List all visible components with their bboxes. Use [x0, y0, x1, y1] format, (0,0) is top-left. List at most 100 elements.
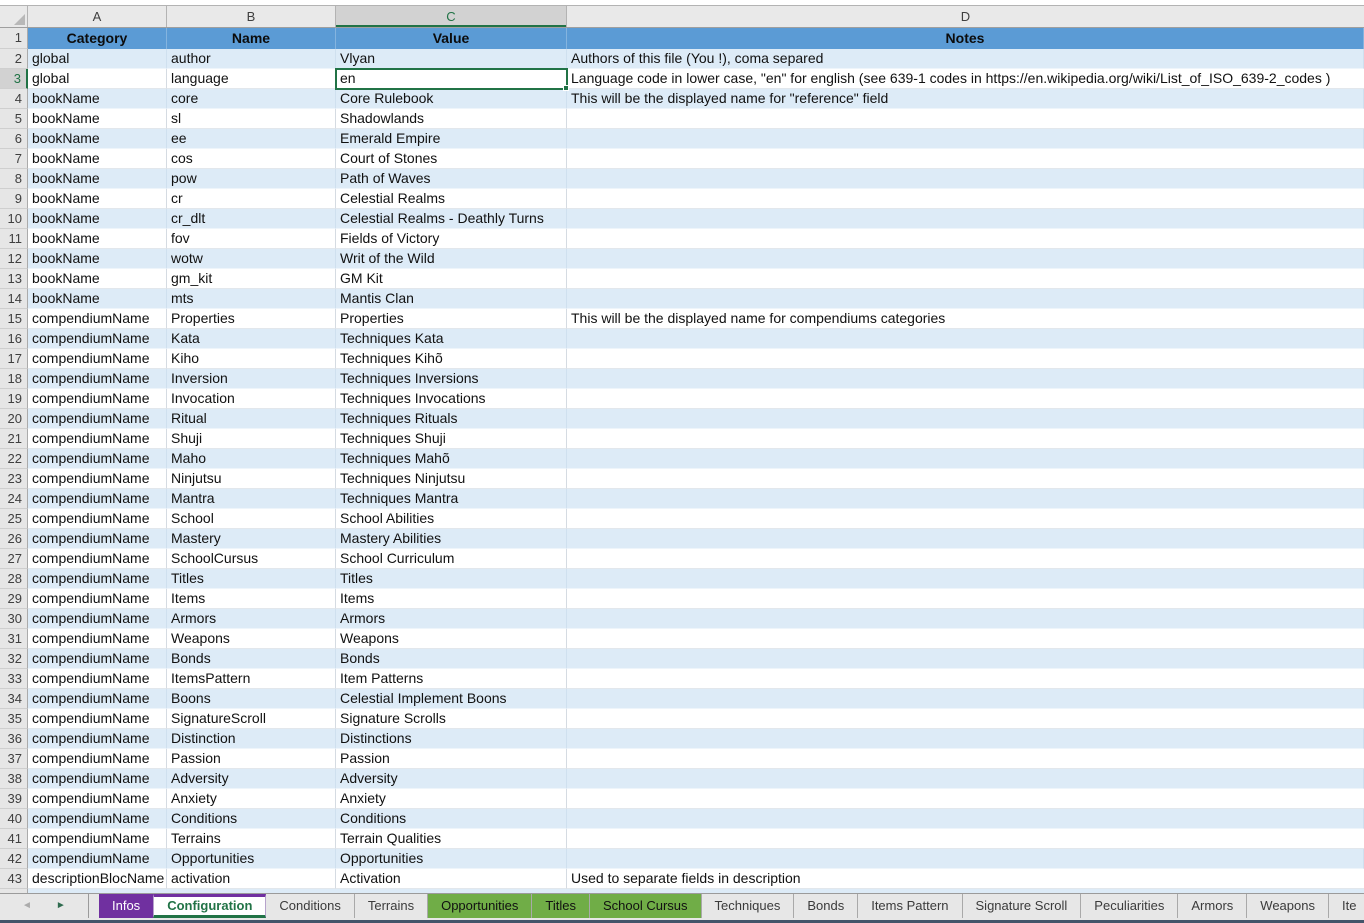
select-all-corner[interactable] [0, 6, 28, 27]
cell-D39[interactable] [567, 789, 1364, 809]
cell-A43[interactable]: descriptionBlocName [28, 869, 167, 889]
cell-A4[interactable]: bookName [28, 89, 167, 109]
cell-C8[interactable]: Path of Waves [336, 169, 567, 189]
sheet-tab-opportunities[interactable]: Opportunities [427, 894, 531, 918]
cell-B43[interactable]: activation [167, 869, 336, 889]
row-header-23[interactable]: 23 [0, 469, 28, 489]
row-header-2[interactable]: 2 [0, 49, 28, 69]
cell-A17[interactable]: compendiumName [28, 349, 167, 369]
cell-B39[interactable]: Anxiety [167, 789, 336, 809]
sheet-tab-weapons[interactable]: Weapons [1246, 894, 1328, 918]
cell-B20[interactable]: Ritual [167, 409, 336, 429]
cell-B18[interactable]: Inversion [167, 369, 336, 389]
cell-C6[interactable]: Emerald Empire [336, 129, 567, 149]
cell-A27[interactable]: compendiumName [28, 549, 167, 569]
cell-A19[interactable]: compendiumName [28, 389, 167, 409]
cell-D35[interactable] [567, 709, 1364, 729]
row-header-7[interactable]: 7 [0, 149, 28, 169]
cell-D41[interactable] [567, 829, 1364, 849]
cell-D20[interactable] [567, 409, 1364, 429]
cell-B38[interactable]: Adversity [167, 769, 336, 789]
cell-A7[interactable]: bookName [28, 149, 167, 169]
column-header-C[interactable]: C [336, 6, 567, 27]
cell-C30[interactable]: Armors [336, 609, 567, 629]
cell-B12[interactable]: wotw [167, 249, 336, 269]
row-header-16[interactable]: 16 [0, 329, 28, 349]
cell-A9[interactable]: bookName [28, 189, 167, 209]
cell-D38[interactable] [567, 769, 1364, 789]
row-header-25[interactable]: 25 [0, 509, 28, 529]
row-header-36[interactable]: 36 [0, 729, 28, 749]
cell-A29[interactable]: compendiumName [28, 589, 167, 609]
cell-D27[interactable] [567, 549, 1364, 569]
cell-D32[interactable] [567, 649, 1364, 669]
cell-B31[interactable]: Weapons [167, 629, 336, 649]
column-header-D[interactable]: D [567, 6, 1364, 27]
cell-C18[interactable]: Techniques Inversions [336, 369, 567, 389]
cell-B9[interactable]: cr [167, 189, 336, 209]
cell-D15[interactable]: This will be the displayed name for comp… [567, 309, 1364, 329]
cell-A40[interactable]: compendiumName [28, 809, 167, 829]
row-header-38[interactable]: 38 [0, 769, 28, 789]
row-header-43[interactable]: 43 [0, 869, 28, 889]
row-header-14[interactable]: 14 [0, 289, 28, 309]
cell-B42[interactable]: Opportunities [167, 849, 336, 869]
cell-B28[interactable]: Titles [167, 569, 336, 589]
cell-C23[interactable]: Techniques Ninjutsu [336, 469, 567, 489]
cell-B23[interactable]: Ninjutsu [167, 469, 336, 489]
cell-A18[interactable]: compendiumName [28, 369, 167, 389]
cell-B25[interactable]: School [167, 509, 336, 529]
cell-B36[interactable]: Distinction [167, 729, 336, 749]
cell-A26[interactable]: compendiumName [28, 529, 167, 549]
cell-B32[interactable]: Bonds [167, 649, 336, 669]
cell-A6[interactable]: bookName [28, 129, 167, 149]
row-header-39[interactable]: 39 [0, 789, 28, 809]
cell-C29[interactable]: Items [336, 589, 567, 609]
cell-A20[interactable]: compendiumName [28, 409, 167, 429]
cell-D11[interactable] [567, 229, 1364, 249]
cell-B2[interactable]: author [167, 49, 336, 69]
row-header-6[interactable]: 6 [0, 129, 28, 149]
cell-C14[interactable]: Mantis Clan [336, 289, 567, 309]
cell-A11[interactable]: bookName [28, 229, 167, 249]
cell-A5[interactable]: bookName [28, 109, 167, 129]
cell-C31[interactable]: Weapons [336, 629, 567, 649]
row-header-42[interactable]: 42 [0, 849, 28, 869]
cell-B19[interactable]: Invocation [167, 389, 336, 409]
row-header-30[interactable]: 30 [0, 609, 28, 629]
cell-A41[interactable]: compendiumName [28, 829, 167, 849]
sheet-tab-infos[interactable]: Infos [99, 894, 153, 918]
sheet-tab-items-pattern[interactable]: Items Pattern [857, 894, 961, 918]
cell-C3[interactable]: en [336, 69, 567, 89]
column-header-B[interactable]: B [167, 6, 336, 27]
cell-B10[interactable]: cr_dlt [167, 209, 336, 229]
cell-A14[interactable]: bookName [28, 289, 167, 309]
cell-A24[interactable]: compendiumName [28, 489, 167, 509]
cell-D33[interactable] [567, 669, 1364, 689]
cell-A34[interactable]: compendiumName [28, 689, 167, 709]
cell-C43[interactable]: Activation [336, 869, 567, 889]
cell-D28[interactable] [567, 569, 1364, 589]
cell-D4[interactable]: This will be the displayed name for "ref… [567, 89, 1364, 109]
cell-C26[interactable]: Mastery Abilities [336, 529, 567, 549]
sheet-tab-ite[interactable]: Ite [1328, 894, 1364, 918]
cell-C33[interactable]: Item Patterns [336, 669, 567, 689]
cell-B3[interactable]: language [167, 69, 336, 89]
cell-A2[interactable]: global [28, 49, 167, 69]
cell-C20[interactable]: Techniques Rituals [336, 409, 567, 429]
header-cell-value[interactable]: Value [336, 28, 567, 49]
sheet-tab-conditions[interactable]: Conditions [266, 894, 353, 918]
cell-D36[interactable] [567, 729, 1364, 749]
cell-B30[interactable]: Armors [167, 609, 336, 629]
cell-D19[interactable] [567, 389, 1364, 409]
cell-B26[interactable]: Mastery [167, 529, 336, 549]
cell-B41[interactable]: Terrains [167, 829, 336, 849]
cell-C10[interactable]: Celestial Realms - Deathly Turns [336, 209, 567, 229]
cell-C22[interactable]: Techniques Mahõ [336, 449, 567, 469]
row-header-19[interactable]: 19 [0, 389, 28, 409]
cell-B7[interactable]: cos [167, 149, 336, 169]
cell-B21[interactable]: Shuji [167, 429, 336, 449]
header-cell-category[interactable]: Category [28, 28, 167, 49]
header-cell-notes[interactable]: Notes [567, 28, 1364, 49]
cell-D3[interactable]: Language code in lower case, "en" for en… [567, 69, 1364, 89]
